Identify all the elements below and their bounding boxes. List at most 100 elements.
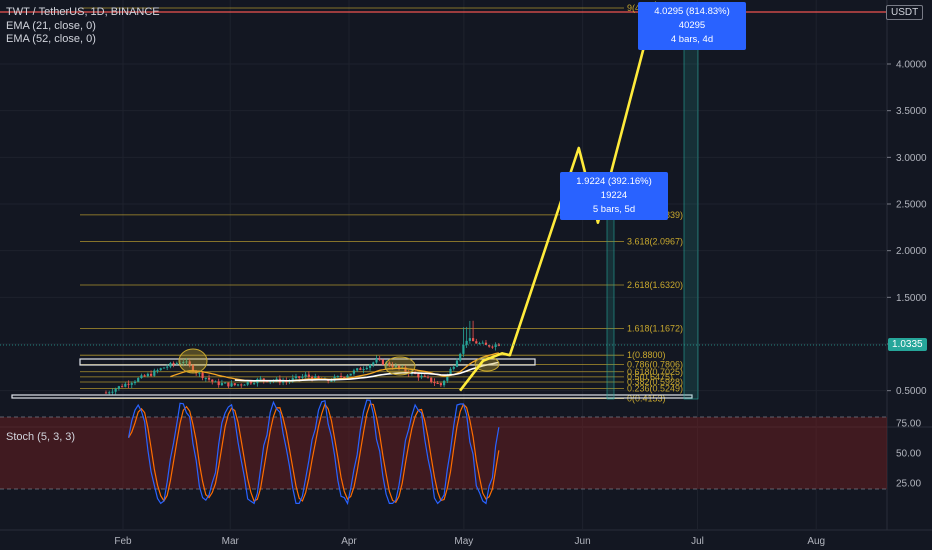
candle-body [443,380,446,386]
stoch-tick-label: 75.00 [896,419,921,430]
candle-body [227,382,230,387]
candle-body [301,376,304,378]
candle-body [149,373,153,376]
candle-body [436,382,439,384]
candle-body [362,369,365,371]
candle-body [339,376,343,378]
x-tick-label: Jul [691,536,704,547]
candle-body [137,378,140,382]
candle-body [368,364,372,368]
y-tick-label: 4.0000 [896,60,927,71]
candle-body [352,370,356,374]
candle-body [230,383,233,387]
candle-body [420,375,423,378]
candle-body [201,372,204,379]
candle-body [104,392,108,394]
candle-body [439,383,442,386]
candle-body [117,386,120,389]
candle-body [349,373,352,376]
measure-tooltip-small: 1.9224 (392.16%) 19224 5 bars, 5d [560,172,668,220]
y-tick-label: 0.5000 [896,386,927,397]
highlight-ellipse [384,356,416,376]
candle-body [298,376,301,378]
y-tick-label: 3.0000 [896,153,927,164]
candle-body [462,344,465,354]
ema52-legend[interactable]: EMA (52, close, 0) [6,33,96,45]
candle-body [198,372,201,374]
candle-body [259,378,262,380]
candle-body [356,368,359,371]
measure-range-large [683,39,699,400]
candle-body [153,370,156,376]
candle-body [159,368,162,371]
candle-body [423,375,426,377]
candle-body [162,367,166,369]
candle-body [330,380,333,382]
x-tick-label: Apr [341,536,357,547]
candle-body [426,376,430,378]
candle-body [455,360,459,367]
candle-body [220,383,224,386]
fib-level-label: 2.618(1.6320) [627,280,683,290]
y-tick-label: 1.5000 [896,293,927,304]
x-tick-label: Mar [222,536,240,547]
candle-body [140,375,143,379]
candle-body [336,376,339,378]
candle-body [233,383,236,386]
candle-body [304,374,307,377]
candle-body [365,367,368,370]
candle-body [207,377,211,380]
candle-body [468,338,471,341]
candle-body [253,383,256,385]
candle-body [124,383,127,387]
candle-body [294,376,298,379]
candle-body [478,343,481,345]
candle-body [114,388,117,392]
y-tick-label: 3.5000 [896,106,927,117]
measure-small-line2: 5 bars, 5d [592,204,636,215]
candle-body [481,342,484,344]
measure-small-line1: 1.9224 (392.16%) 19224 [576,176,652,201]
candle-body [121,386,124,388]
candle-body [246,381,249,385]
x-tick-label: Jun [575,536,591,547]
x-tick-label: Aug [807,536,825,547]
measure-large-line2: 4 bars, 4d [670,34,714,45]
candle-body [156,370,159,372]
candle-body [417,373,420,378]
candle-body [143,375,146,377]
fib-level-label: 0.786(0.7806) [627,359,683,369]
candle-body [172,363,175,365]
measure-large-line1: 4.0295 (814.83%) 40295 [654,6,730,31]
x-tick-label: Feb [114,536,132,547]
currency-badge[interactable]: USDT [886,5,924,20]
highlight-ellipse [178,348,208,374]
symbol-legend[interactable]: TWT / TetherUS, 1D, BINANCE [6,6,160,18]
candle-body [307,374,310,377]
candle-body [108,392,111,394]
y-tick-label: 2.0000 [896,246,927,257]
chart-canvas[interactable]: 0.50001.00001.50002.00002.50003.00003.50… [0,0,932,550]
candle-body [175,363,178,365]
candle-body [491,346,494,348]
candle-body [249,381,252,384]
candle-body [166,366,169,368]
candle-body [475,341,478,344]
candle-body [211,379,214,382]
candle-body [433,382,436,384]
ema21-legend[interactable]: EMA (21, close, 0) [6,20,96,32]
candle-body [346,375,349,378]
candle-body [372,362,375,365]
stoch-tick-label: 25.00 [896,479,921,490]
candle-body [169,363,172,367]
candle-body [375,358,378,363]
candle-body [471,338,475,342]
x-tick-label: May [454,536,473,547]
candle-body [214,381,217,383]
y-tick-label: 2.5000 [896,200,927,211]
stoch-legend[interactable]: Stoch (5, 3, 3) [6,431,75,443]
fib-level-label: 1.618(1.1672) [627,323,683,333]
fib-level-label: 3.618(2.0967) [627,237,683,247]
measure-range-small [606,213,615,400]
candle-body [146,373,149,377]
